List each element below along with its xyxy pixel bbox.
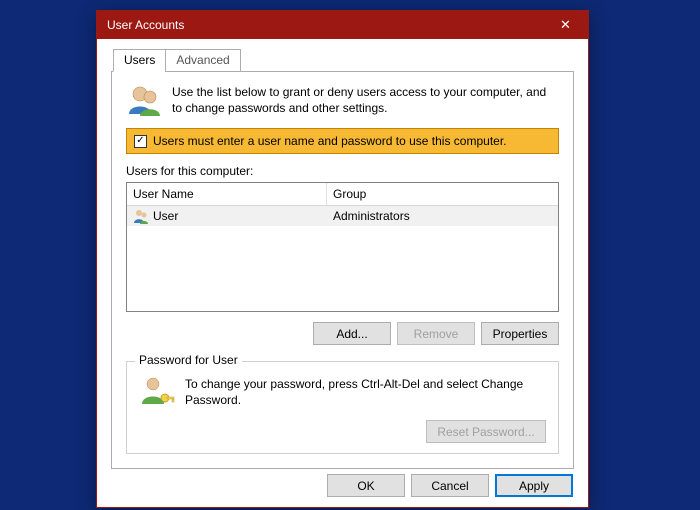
users-icon	[126, 82, 162, 118]
close-icon: ✕	[560, 17, 571, 33]
users-listview[interactable]: User Name Group User Administrators	[126, 182, 559, 312]
tab-advanced[interactable]: Advanced	[165, 49, 240, 72]
list-buttons: Add... Remove Properties	[126, 322, 559, 345]
properties-button[interactable]: Properties	[481, 322, 559, 345]
intro-text: Use the list below to grant or deny user…	[172, 82, 559, 118]
password-row: To change your password, press Ctrl-Alt-…	[139, 374, 546, 410]
require-login-label: Users must enter a user name and passwor…	[153, 134, 507, 148]
reset-password-button: Reset Password...	[426, 420, 546, 443]
remove-button: Remove	[397, 322, 475, 345]
users-list-label: Users for this computer:	[126, 164, 559, 178]
list-row[interactable]: User Administrators	[127, 206, 558, 226]
titlebar: User Accounts ✕	[97, 11, 588, 39]
require-login-checkbox[interactable]: ✓	[134, 135, 147, 148]
add-button[interactable]: Add...	[313, 322, 391, 345]
user-key-icon	[139, 374, 175, 410]
tab-panel-users: Use the list below to grant or deny user…	[111, 71, 574, 469]
cell-username: User	[127, 206, 327, 226]
user-icon	[133, 208, 149, 224]
intro-row: Use the list below to grant or deny user…	[126, 82, 559, 118]
password-fieldset: Password for User To change your passwor…	[126, 361, 559, 454]
cancel-button[interactable]: Cancel	[411, 474, 489, 497]
cell-group: Administrators	[327, 207, 558, 225]
tab-strip: Users Advanced	[113, 49, 574, 72]
col-username[interactable]: User Name	[127, 183, 327, 205]
password-btn-row: Reset Password...	[139, 420, 546, 443]
password-legend: Password for User	[135, 353, 242, 367]
dialog-body: Users Advanced Use the list below to gra…	[97, 39, 588, 469]
password-text: To change your password, press Ctrl-Alt-…	[185, 374, 546, 408]
window-title: User Accounts	[107, 18, 543, 32]
close-button[interactable]: ✕	[543, 11, 588, 39]
apply-button[interactable]: Apply	[495, 474, 573, 497]
user-accounts-dialog: User Accounts ✕ Users Advanced Use the l…	[96, 10, 589, 508]
username-text: User	[153, 209, 178, 223]
require-login-row: ✓ Users must enter a user name and passw…	[126, 128, 559, 154]
col-group[interactable]: Group	[327, 183, 558, 205]
tab-users[interactable]: Users	[113, 49, 166, 72]
ok-button[interactable]: OK	[327, 474, 405, 497]
listview-header: User Name Group	[127, 183, 558, 206]
dialog-footer: OK Cancel Apply	[327, 474, 573, 497]
